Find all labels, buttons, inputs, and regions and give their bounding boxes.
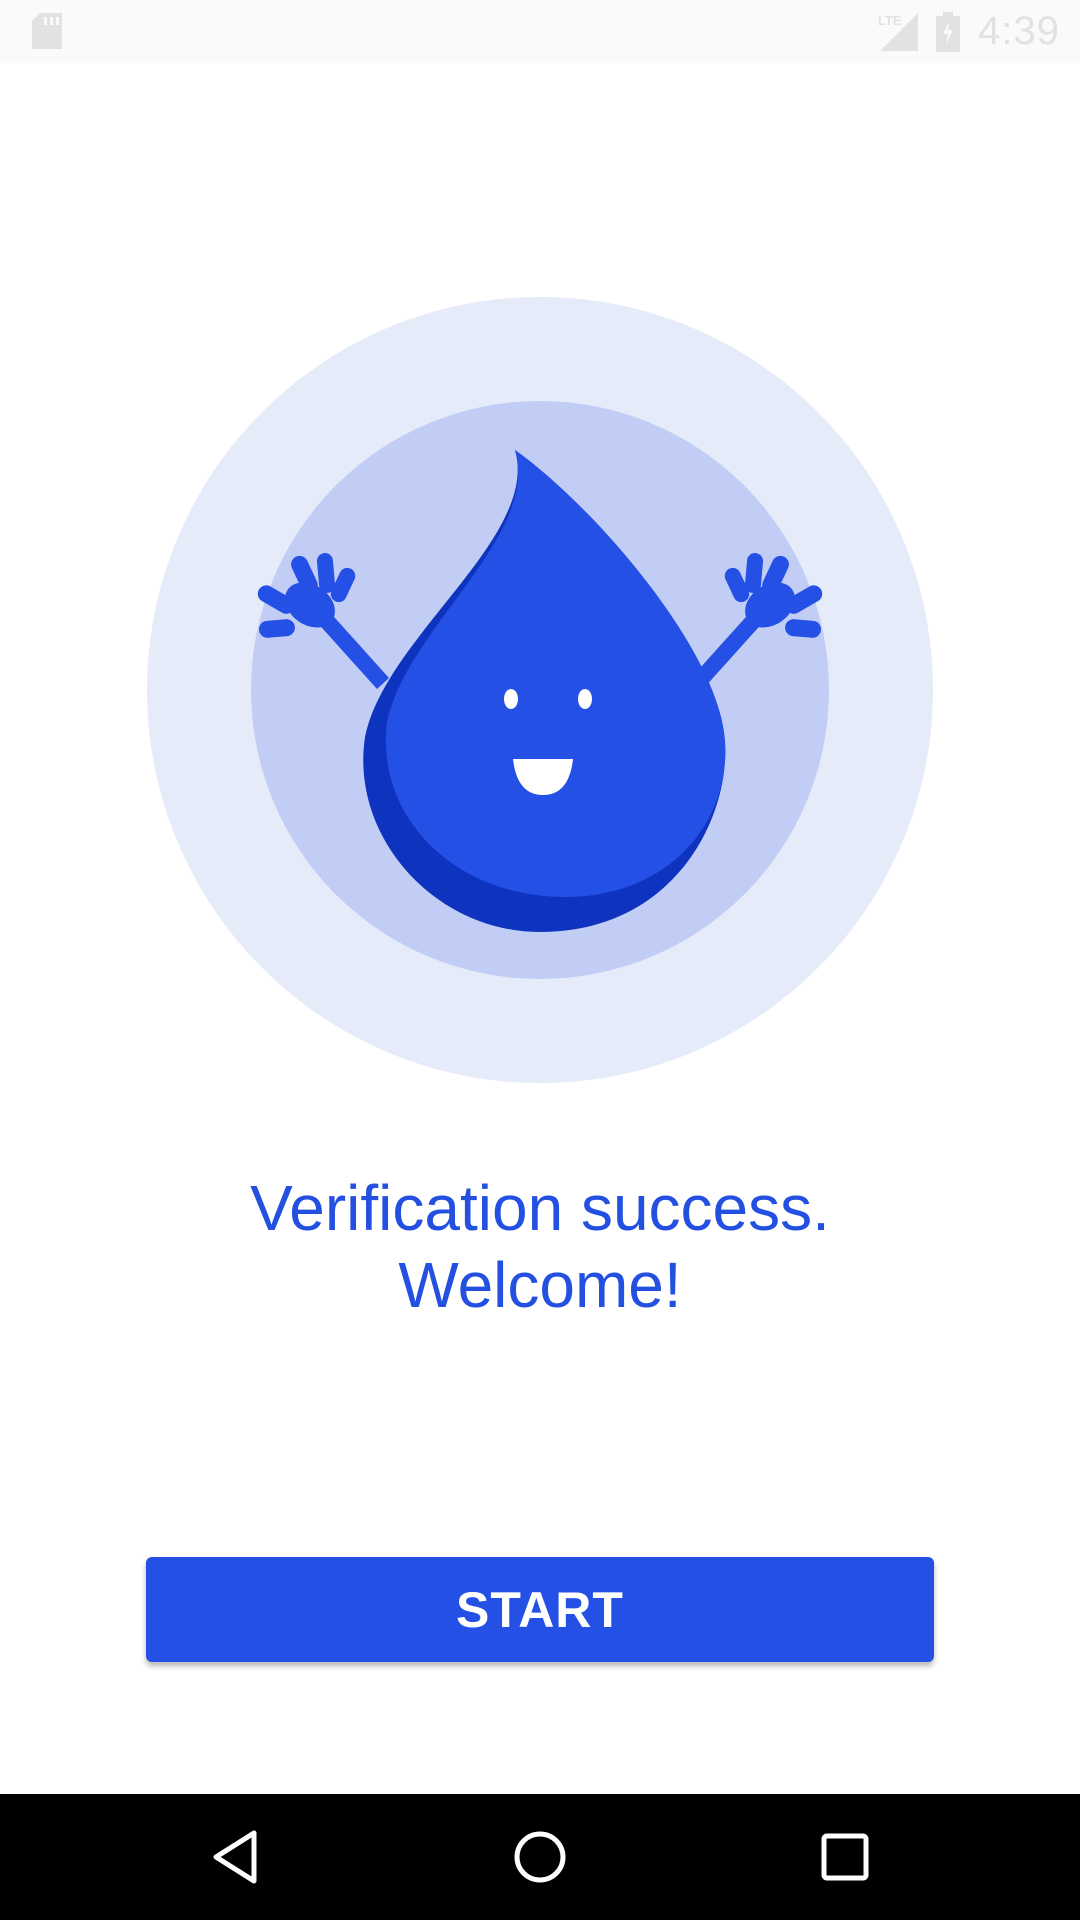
home-icon	[514, 1831, 566, 1883]
message-line-1: Verification success.	[250, 1172, 830, 1244]
recents-icon	[821, 1833, 869, 1881]
signal-icon: LTE	[878, 12, 919, 51]
svg-text:LTE: LTE	[878, 13, 902, 28]
home-button[interactable]	[470, 1794, 610, 1920]
back-button[interactable]	[165, 1794, 305, 1920]
mascot-illustration	[147, 297, 933, 1083]
status-bar: LTE 4:39	[0, 0, 1080, 63]
battery-icon	[936, 11, 961, 52]
left-eye	[504, 689, 518, 709]
status-time: 4:39	[978, 9, 1060, 53]
message-line-2: Welcome!	[398, 1249, 682, 1321]
start-button-label: START	[456, 1581, 624, 1638]
recents-button[interactable]	[775, 1794, 915, 1920]
right-eye	[578, 689, 592, 709]
navigation-bar	[0, 1794, 1080, 1920]
back-icon	[213, 1830, 257, 1884]
verification-message: Verification success. Welcome!	[0, 1170, 1080, 1324]
sd-card-icon	[32, 13, 62, 49]
start-button[interactable]: START	[146, 1557, 934, 1662]
